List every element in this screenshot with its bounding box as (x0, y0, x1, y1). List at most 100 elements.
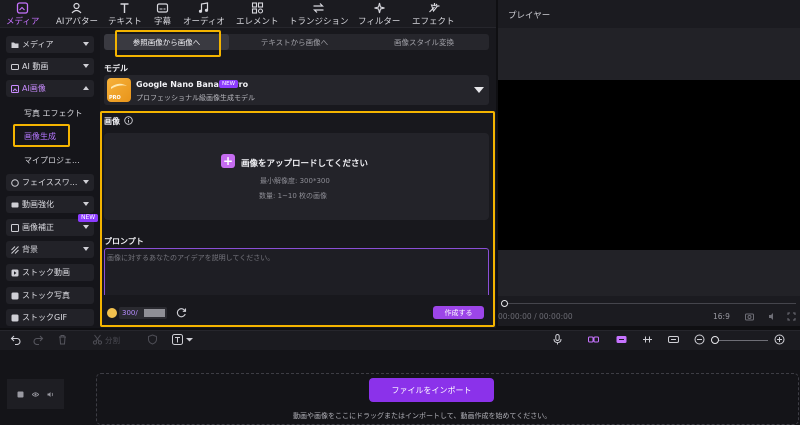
eye-icon[interactable] (32, 391, 39, 398)
player-video (498, 80, 800, 250)
sidebar-item-label: 動画強化 (22, 200, 54, 209)
toolbar-avatar-label: AIアバター (56, 17, 98, 27)
sidebar-item-stock-gif[interactable]: ストックGIF (6, 309, 94, 326)
face-swap-icon (11, 178, 19, 187)
toolbar-subtitle[interactable]: 字幕 (154, 2, 171, 27)
filter-icon (374, 2, 385, 14)
media-icon (17, 2, 29, 14)
player-scrub-handle[interactable] (501, 300, 508, 307)
toolbar-subtitle-label: 字幕 (154, 17, 172, 27)
zoom-slider-track[interactable] (716, 340, 768, 341)
zoom-slider-handle[interactable] (711, 336, 719, 344)
toolbar-avatar[interactable]: AIアバター (56, 2, 98, 27)
chevron-down-icon[interactable] (474, 87, 484, 93)
sidebar-item-media[interactable]: メディア (6, 36, 94, 53)
zoom-out-icon[interactable] (694, 334, 705, 345)
transition-icon (313, 3, 325, 13)
top-toolbar: メディア AIアバター テキスト 字幕 オーディオ エレメント トランジション … (0, 0, 496, 28)
toolbar-filter-label: フィルター (358, 17, 401, 27)
tab-style-transfer[interactable]: 画像スタイル変換 (360, 34, 488, 50)
highlight-box (13, 124, 70, 147)
toolbar-text-label: テキスト (108, 17, 142, 27)
play-icon (11, 269, 19, 276)
folder-icon (11, 42, 19, 48)
sidebar-item-label: 背景 (22, 245, 38, 254)
volume-icon[interactable] (768, 312, 777, 321)
microphone-icon[interactable] (552, 334, 563, 345)
toolbar-filter[interactable]: フィルター (358, 2, 400, 27)
toolbar-audio[interactable]: オーディオ (183, 2, 225, 27)
sidebar-sub-my-projects[interactable]: マイプロジェ... (24, 155, 80, 166)
import-file-button[interactable]: ファイルをインポート (369, 378, 494, 402)
toolbar-transition[interactable]: トランジション (289, 2, 349, 27)
toolbar-media[interactable]: メディア (6, 2, 39, 27)
sidebar-item-label: メディア (22, 40, 54, 49)
sidebar-sub-photo-effect[interactable]: 写真 エフェクト (24, 108, 83, 119)
sidebar-item-stock-video[interactable]: ストック動画 (6, 264, 94, 281)
chevron-down-icon (83, 225, 89, 229)
toolbar-media-label: メディア (6, 17, 40, 27)
sidebar-item-label: フェイススワ... (22, 178, 78, 187)
scissors-icon[interactable] (92, 334, 103, 345)
new-badge: NEW (78, 214, 99, 222)
toolbar-element[interactable]: エレメント (236, 2, 279, 27)
zoom-in-icon[interactable] (774, 334, 785, 345)
sidebar-item-label: ストック動画 (22, 268, 70, 277)
player-canvas-top (498, 28, 800, 80)
timeline-toolbar (0, 330, 800, 350)
chevron-down-icon (83, 42, 89, 46)
chevron-down-icon[interactable] (184, 334, 195, 345)
track-type-icon[interactable] (17, 391, 24, 398)
chevron-down-icon (83, 202, 89, 206)
toolbar-audio-label: オーディオ (183, 17, 225, 27)
model-logo-text: PRO (109, 95, 121, 101)
text-tool-icon[interactable] (172, 334, 183, 345)
fullscreen-icon[interactable] (787, 312, 796, 321)
model-description: プロフェッショナル級画像生成モデル (136, 94, 255, 102)
gif-icon (11, 314, 19, 321)
text-icon (120, 3, 129, 13)
link-clips-icon[interactable] (588, 334, 599, 345)
player-controls (498, 296, 800, 326)
sidebar-item-label: ストック写真 (22, 291, 70, 300)
tab-text-to-image[interactable]: テキストから画像へ (232, 34, 357, 50)
background-icon (11, 245, 19, 254)
drop-hint-text: 動画や画像をここにドラッグまたはインポートして、動画作成を始めてください。 (293, 412, 552, 420)
chevron-up-icon (83, 86, 89, 90)
subtitle-icon (156, 3, 169, 13)
sidebar-item-face-swap[interactable]: フェイススワ... (6, 174, 94, 191)
sidebar-item-ai-video[interactable]: AI 動画 (6, 58, 94, 75)
photo-icon (11, 292, 19, 299)
highlight-box (100, 111, 495, 327)
model-label: モデル (104, 64, 128, 73)
fit-timeline-icon[interactable] (668, 334, 679, 345)
chevron-down-icon (83, 180, 89, 184)
shield-icon[interactable] (147, 334, 158, 345)
image-correction-icon (11, 223, 19, 232)
toolbar-effect[interactable]: エフェクト (412, 2, 455, 27)
delete-icon[interactable] (57, 334, 68, 345)
sidebar-item-video-enhance[interactable]: 動画強化 (6, 196, 94, 213)
trim-icon[interactable] (642, 334, 653, 345)
split-audio-icon[interactable] (616, 334, 627, 345)
ai-image-icon (11, 84, 19, 93)
undo-icon[interactable] (10, 334, 21, 345)
toolbar-element-label: エレメント (236, 17, 279, 27)
model-new-badge: NEW (219, 80, 239, 88)
player-canvas-bottom (498, 250, 800, 296)
split-label: 分割 (105, 336, 120, 345)
toolbar-effect-label: エフェクト (412, 17, 455, 27)
toolbar-transition-label: トランジション (289, 17, 349, 27)
chevron-down-icon (83, 247, 89, 251)
sidebar-item-background[interactable]: 背景 (6, 241, 94, 258)
sidebar-item-stock-photo[interactable]: ストック写真 (6, 287, 94, 304)
sidebar-item-ai-image[interactable]: AI画像 (6, 80, 94, 97)
toolbar-text[interactable]: テキスト (108, 2, 142, 27)
snapshot-icon[interactable] (745, 312, 754, 321)
highlight-box (115, 30, 221, 57)
redo-icon[interactable] (33, 334, 44, 345)
player-scrub-bar[interactable] (504, 303, 796, 304)
aspect-ratio-selector[interactable]: 16:9 (713, 312, 730, 321)
chevron-down-icon (83, 64, 89, 68)
audio-track-icon[interactable] (47, 391, 54, 398)
